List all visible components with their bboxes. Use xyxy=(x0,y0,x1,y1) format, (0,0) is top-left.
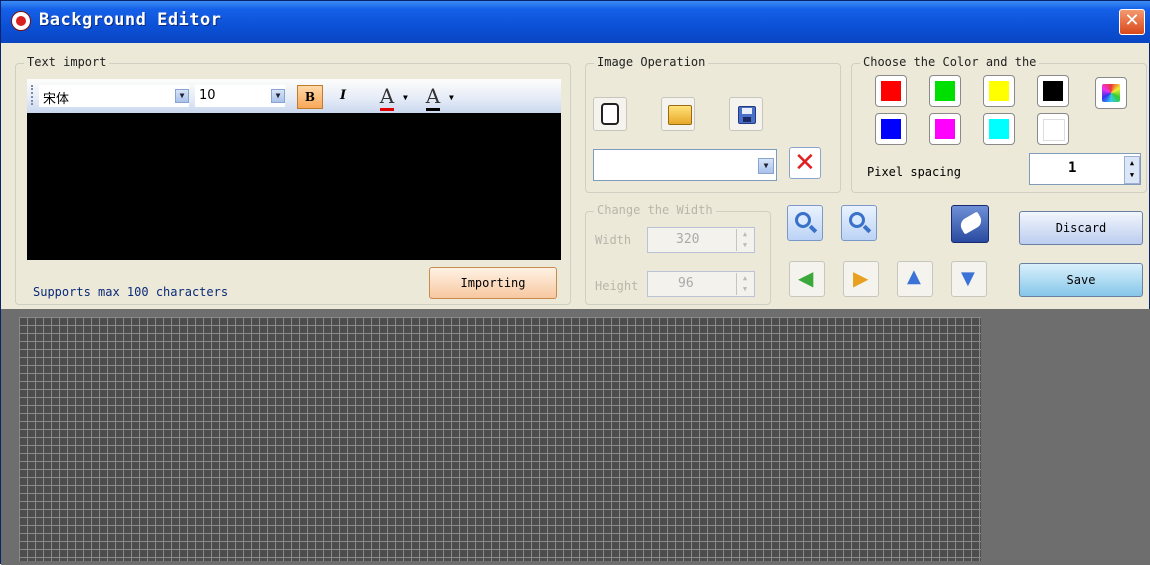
chevron-down-icon[interactable]: ▼ xyxy=(758,158,774,174)
toolbar-grip[interactable] xyxy=(31,85,35,105)
save-image-button[interactable] xyxy=(729,97,763,131)
text-import-legend: Text import xyxy=(24,55,110,69)
height-label: Height xyxy=(595,279,639,293)
arrow-up-icon: ▲ xyxy=(907,266,921,287)
discard-button-label: Discard xyxy=(1055,221,1107,235)
highlight-color-button[interactable]: A xyxy=(419,84,447,111)
font-color-icon: A xyxy=(379,84,395,111)
font-name-value: 宋体 xyxy=(43,92,70,107)
color-palette-icon xyxy=(1102,84,1120,102)
arrow-down-icon: ▼ xyxy=(961,268,975,289)
font-color-dropdown-icon[interactable]: ▼ xyxy=(403,93,408,102)
font-size-value: 10 xyxy=(199,88,216,103)
zoom-out-button[interactable] xyxy=(787,205,823,241)
color-swatch[interactable] xyxy=(983,113,1015,145)
pixel-spacing-value: 1 xyxy=(1068,160,1077,176)
height-input[interactable]: 96 ▲ ▼ xyxy=(647,271,755,297)
move-right-button[interactable]: ▶ xyxy=(843,261,879,297)
width-label: Width xyxy=(595,233,632,247)
title-bar[interactable]: Background Editor ✕ xyxy=(1,1,1150,43)
color-swatch[interactable] xyxy=(875,113,907,145)
zoom-in-icon xyxy=(849,212,865,228)
color-swatch[interactable] xyxy=(875,75,907,107)
arrow-left-icon: ◀ xyxy=(798,266,814,290)
paint-brush-icon xyxy=(957,211,985,235)
app-logo-icon xyxy=(11,11,31,31)
italic-label: I xyxy=(339,88,347,103)
bold-label: B xyxy=(304,90,316,104)
chevron-down-icon[interactable]: ▼ xyxy=(271,89,285,103)
spinner-icon[interactable]: ▲ ▼ xyxy=(736,273,753,295)
window-title: Background Editor xyxy=(39,10,222,30)
paint-tool-button[interactable] xyxy=(951,205,989,243)
open-image-button[interactable] xyxy=(661,97,695,131)
led-pixel-canvas[interactable] xyxy=(19,317,981,561)
color-swatch[interactable] xyxy=(929,75,961,107)
discard-button[interactable]: Discard xyxy=(1019,211,1143,245)
color-swatch[interactable] xyxy=(983,75,1015,107)
save-button[interactable]: Save xyxy=(1019,263,1143,297)
max-characters-hint: Supports max 100 characters xyxy=(33,285,229,299)
move-up-button[interactable]: ▲ xyxy=(897,261,933,297)
spinner-icon[interactable]: ▲ ▼ xyxy=(736,229,753,251)
open-folder-icon xyxy=(668,105,692,125)
arrow-right-icon: ▶ xyxy=(853,266,869,290)
color-choice-legend: Choose the Color and the xyxy=(860,55,1040,69)
height-value: 96 xyxy=(678,276,694,291)
spinner-icon[interactable]: ▲ ▼ xyxy=(1124,156,1140,184)
pixel-spacing-input[interactable]: 1 ▲ ▼ xyxy=(1029,153,1141,185)
image-operation-legend: Image Operation xyxy=(594,55,709,69)
new-file-icon xyxy=(601,103,619,125)
width-value: 320 xyxy=(676,232,700,247)
font-color-button[interactable]: A xyxy=(373,84,401,111)
save-disk-icon xyxy=(738,106,756,124)
color-palette-button[interactable] xyxy=(1095,77,1127,109)
close-icon: ✕ xyxy=(1124,10,1140,31)
color-swatch[interactable] xyxy=(929,113,961,145)
highlight-color-icon: A xyxy=(425,84,441,111)
image-file-select[interactable]: ▼ xyxy=(593,149,777,181)
chevron-down-icon[interactable]: ▼ xyxy=(175,89,189,103)
width-input[interactable]: 320 ▲ ▼ xyxy=(647,227,755,253)
save-button-label: Save xyxy=(1066,273,1096,287)
text-input-area[interactable] xyxy=(27,113,561,260)
bold-button[interactable]: B xyxy=(297,85,323,109)
highlight-dropdown-icon[interactable]: ▼ xyxy=(449,93,454,102)
move-left-button[interactable]: ◀ xyxy=(789,261,825,297)
background-editor-window: Background Editor ✕ Text import 宋体 ▼ 10 … xyxy=(0,0,1150,565)
move-down-button[interactable]: ▼ xyxy=(951,261,987,297)
italic-button[interactable]: I xyxy=(331,85,355,109)
size-change-legend: Change the Width xyxy=(594,203,716,217)
pixel-spacing-label: Pixel spacing xyxy=(867,165,961,179)
delete-image-button[interactable]: ✕ xyxy=(789,147,821,179)
zoom-in-button[interactable] xyxy=(841,205,877,241)
font-size-combo[interactable]: 10 ▼ xyxy=(195,85,285,107)
color-swatch[interactable] xyxy=(1037,113,1069,145)
zoom-out-icon xyxy=(795,212,811,228)
close-button[interactable]: ✕ xyxy=(1119,9,1145,35)
red-x-icon: ✕ xyxy=(794,148,816,178)
new-image-button[interactable] xyxy=(593,97,627,131)
import-button-label: Importing xyxy=(460,276,526,290)
color-swatch[interactable] xyxy=(1037,75,1069,107)
import-button[interactable]: Importing xyxy=(429,267,557,299)
font-name-combo[interactable]: 宋体 ▼ xyxy=(39,85,189,107)
